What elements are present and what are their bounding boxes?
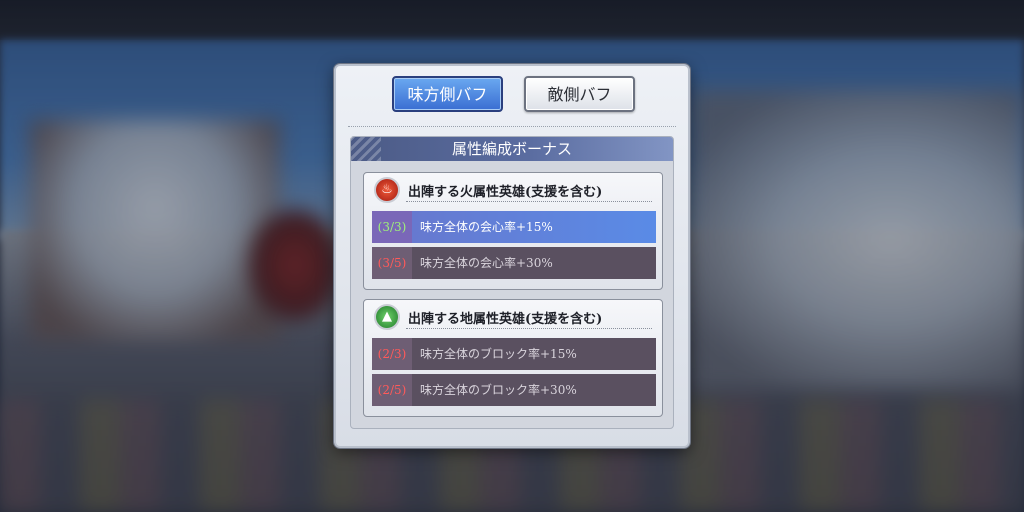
header-stripe-decoration [351, 137, 381, 161]
divider [348, 126, 676, 127]
buff-dialog: 味方側バフ 敵側バフ 属性編成ボーナス ♨ 出陣する火属性英雄(支援を含む) (… [334, 64, 690, 448]
bonus-count: (3/3) [372, 211, 412, 243]
bonus-text: 味方全体のブロック率+30% [420, 383, 577, 397]
element-bonus-panel: 属性編成ボーナス ♨ 出陣する火属性英雄(支援を含む) (3/3) 味方全体の会… [350, 136, 674, 429]
bonus-text: 味方全体の会心率+30% [420, 256, 553, 270]
bonus-row: (3/3) 味方全体の会心率+15% [372, 211, 656, 243]
enemy-buff-tab[interactable]: 敵側バフ [524, 76, 635, 112]
bonus-text: 味方全体のブロック率+15% [420, 347, 577, 361]
group-divider [406, 201, 652, 202]
bonus-row: (3/5) 味方全体の会心率+30% [372, 247, 656, 279]
group-title: 出陣する地属性英雄(支援を含む) [408, 312, 603, 327]
panel-header: 属性編成ボーナス [351, 137, 673, 161]
fire-bonus-group: ♨ 出陣する火属性英雄(支援を含む) (3/3) 味方全体の会心率+15% (3… [363, 172, 663, 290]
bonus-count: (2/3) [372, 338, 412, 370]
fire-icon: ♨ [374, 177, 400, 203]
earth-icon: ▲ [374, 304, 400, 330]
group-divider [406, 328, 652, 329]
bonus-text: 味方全体の会心率+15% [420, 220, 553, 234]
ally-buff-tab[interactable]: 味方側バフ [392, 76, 503, 112]
earth-bonus-group: ▲ 出陣する地属性英雄(支援を含む) (2/3) 味方全体のブロック率+15% … [363, 299, 663, 417]
group-title: 出陣する火属性英雄(支援を含む) [408, 185, 603, 200]
bonus-count: (2/5) [372, 374, 412, 406]
bonus-row: (2/3) 味方全体のブロック率+15% [372, 338, 656, 370]
bonus-count: (3/5) [372, 247, 412, 279]
bonus-row: (2/5) 味方全体のブロック率+30% [372, 374, 656, 406]
panel-title: 属性編成ボーナス [451, 140, 572, 158]
